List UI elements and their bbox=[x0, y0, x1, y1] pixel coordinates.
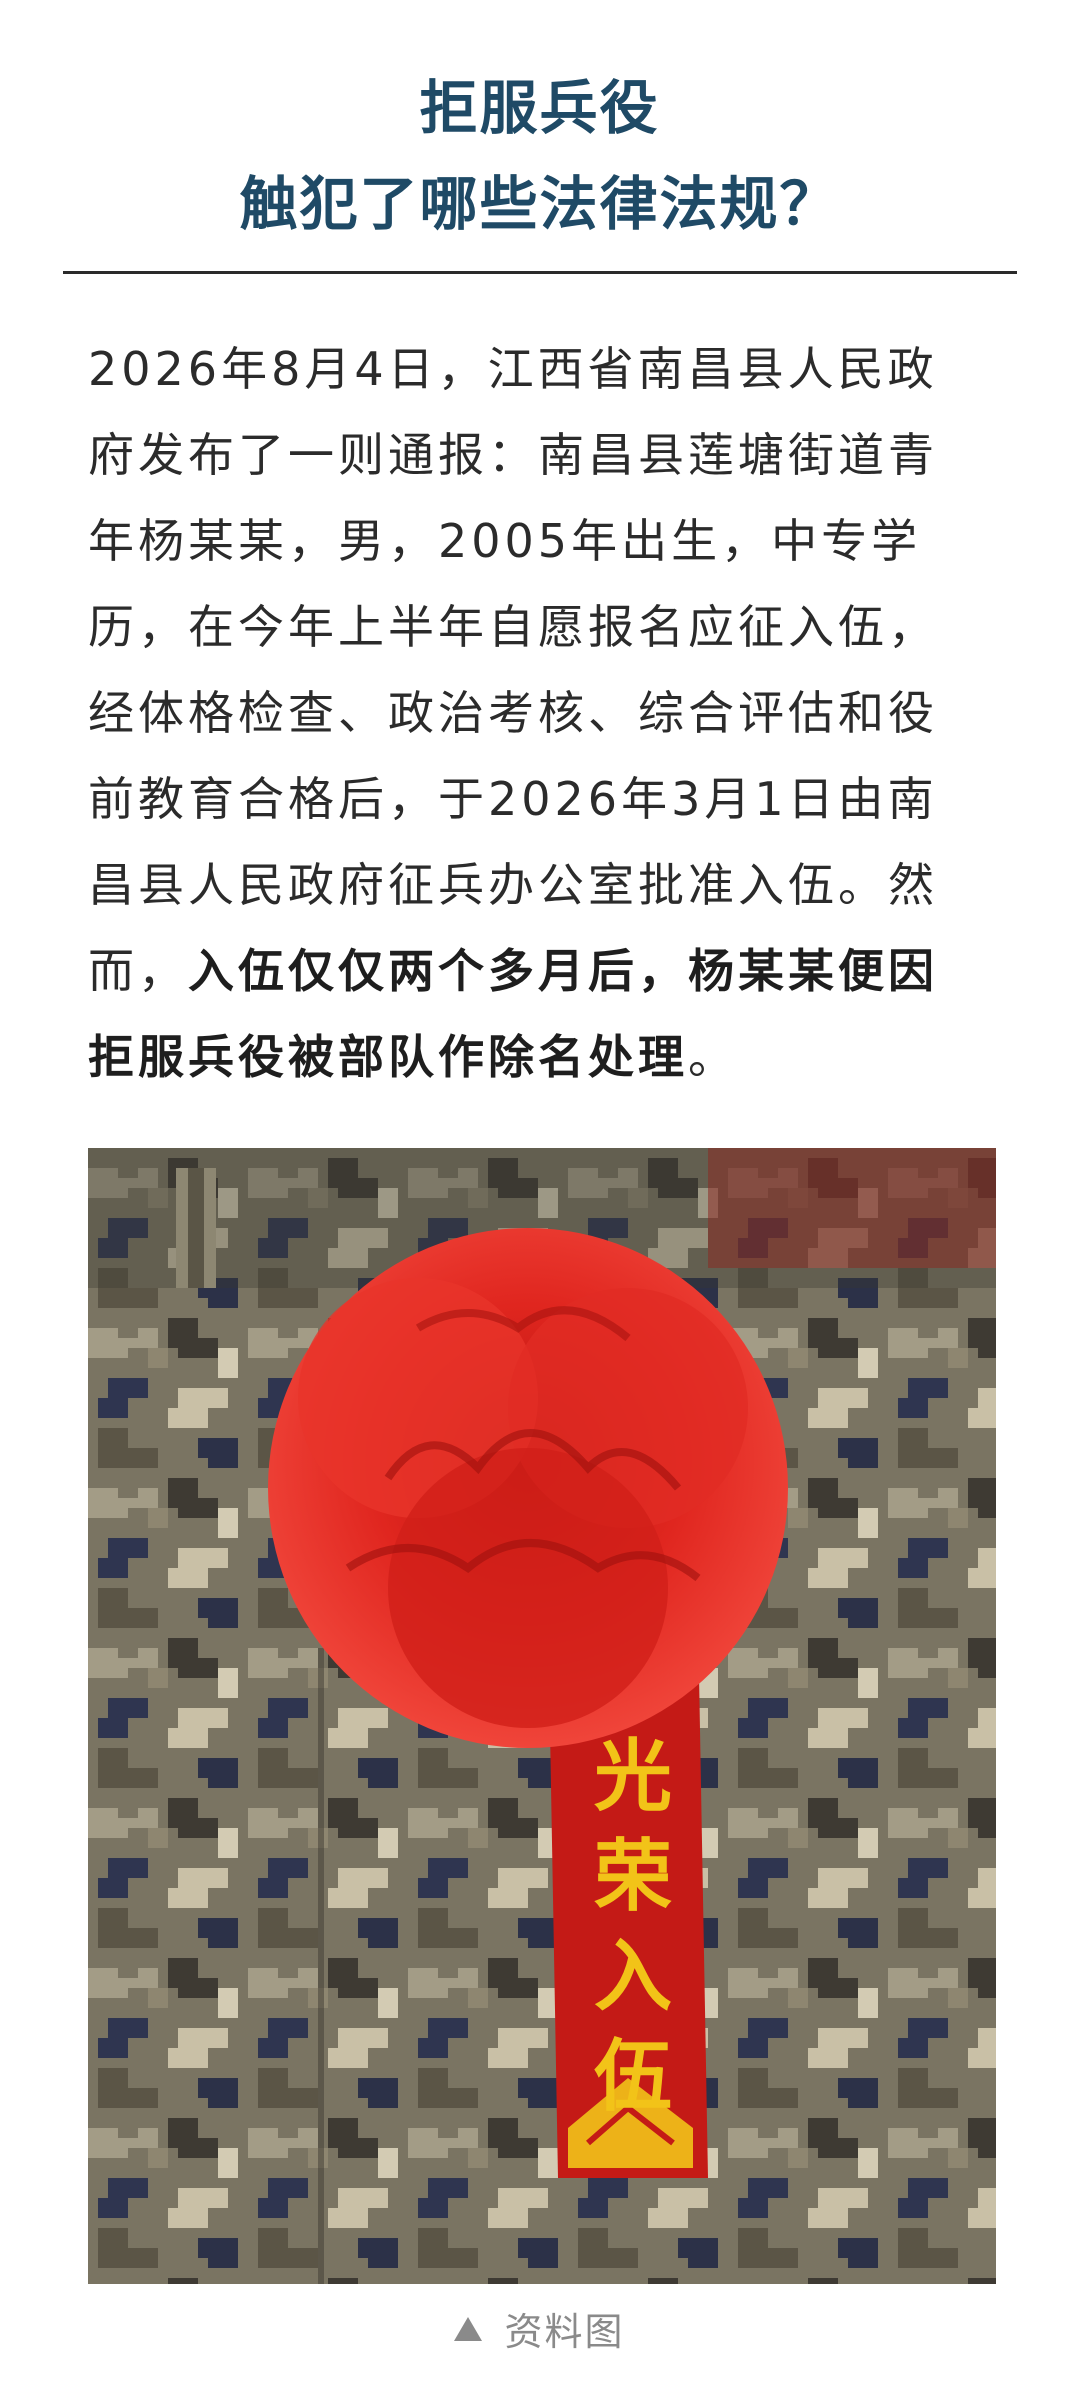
article-paragraph: 2026年8月4日，江西省南昌县人民政 府发布了一则通报：南昌县莲塘街道青 年杨… bbox=[88, 326, 1008, 1100]
paragraph-line: 府发布了一则通报：南昌县莲塘街道青 bbox=[88, 428, 938, 482]
paragraph-line: 年杨某某，男，2005年出生，中专学 bbox=[88, 514, 922, 568]
paragraph-plain-text: 而， bbox=[88, 944, 188, 998]
article-title: 拒服兵役 触犯了哪些法律法规？ bbox=[0, 60, 1079, 252]
caption-text: 资料图 bbox=[504, 2310, 625, 2354]
triangle-up-icon bbox=[454, 2317, 483, 2341]
article-photo: 光 荣 入 伍 bbox=[88, 1148, 996, 2284]
photo-caption: 资料图 bbox=[0, 2302, 1079, 2362]
ribbon-char: 入 bbox=[594, 1931, 672, 2022]
title-line-1: 拒服兵役 bbox=[419, 74, 660, 142]
paragraph-bold-text: 入伍仅仅两个多月后，杨某某便因 bbox=[188, 944, 938, 998]
paragraph-line: 昌县人民政府征兵办公室批准入伍。然 bbox=[88, 858, 938, 912]
recruit-flower-photo: 光 荣 入 伍 bbox=[88, 1148, 996, 2284]
ribbon-char: 光 bbox=[594, 1731, 672, 1822]
ribbon-char: 荣 bbox=[594, 1831, 672, 1922]
paragraph-bold-text: 拒服兵役被部队作除名处理 bbox=[88, 1030, 688, 1084]
paragraph-line: 拒服兵役被部队作除名处理。 bbox=[88, 1014, 1008, 1100]
paragraph-line: 历，在今年上半年自愿报名应征入伍， bbox=[88, 600, 938, 654]
paragraph-plain-text: 。 bbox=[688, 1030, 738, 1084]
paragraph-line: 而，入伍仅仅两个多月后，杨某某便因 bbox=[88, 928, 1008, 1014]
title-divider bbox=[63, 271, 1017, 274]
paragraph-line: 前教育合格后，于2026年3月1日由南 bbox=[88, 772, 938, 826]
paragraph-line: 2026年8月4日，江西省南昌县人民政 bbox=[88, 342, 938, 396]
title-line-2: 触犯了哪些法律法规？ bbox=[239, 170, 840, 238]
paragraph-line: 经体格检查、政治考核、综合评估和役 bbox=[88, 686, 938, 740]
ribbon-char: 伍 bbox=[594, 2031, 672, 2122]
